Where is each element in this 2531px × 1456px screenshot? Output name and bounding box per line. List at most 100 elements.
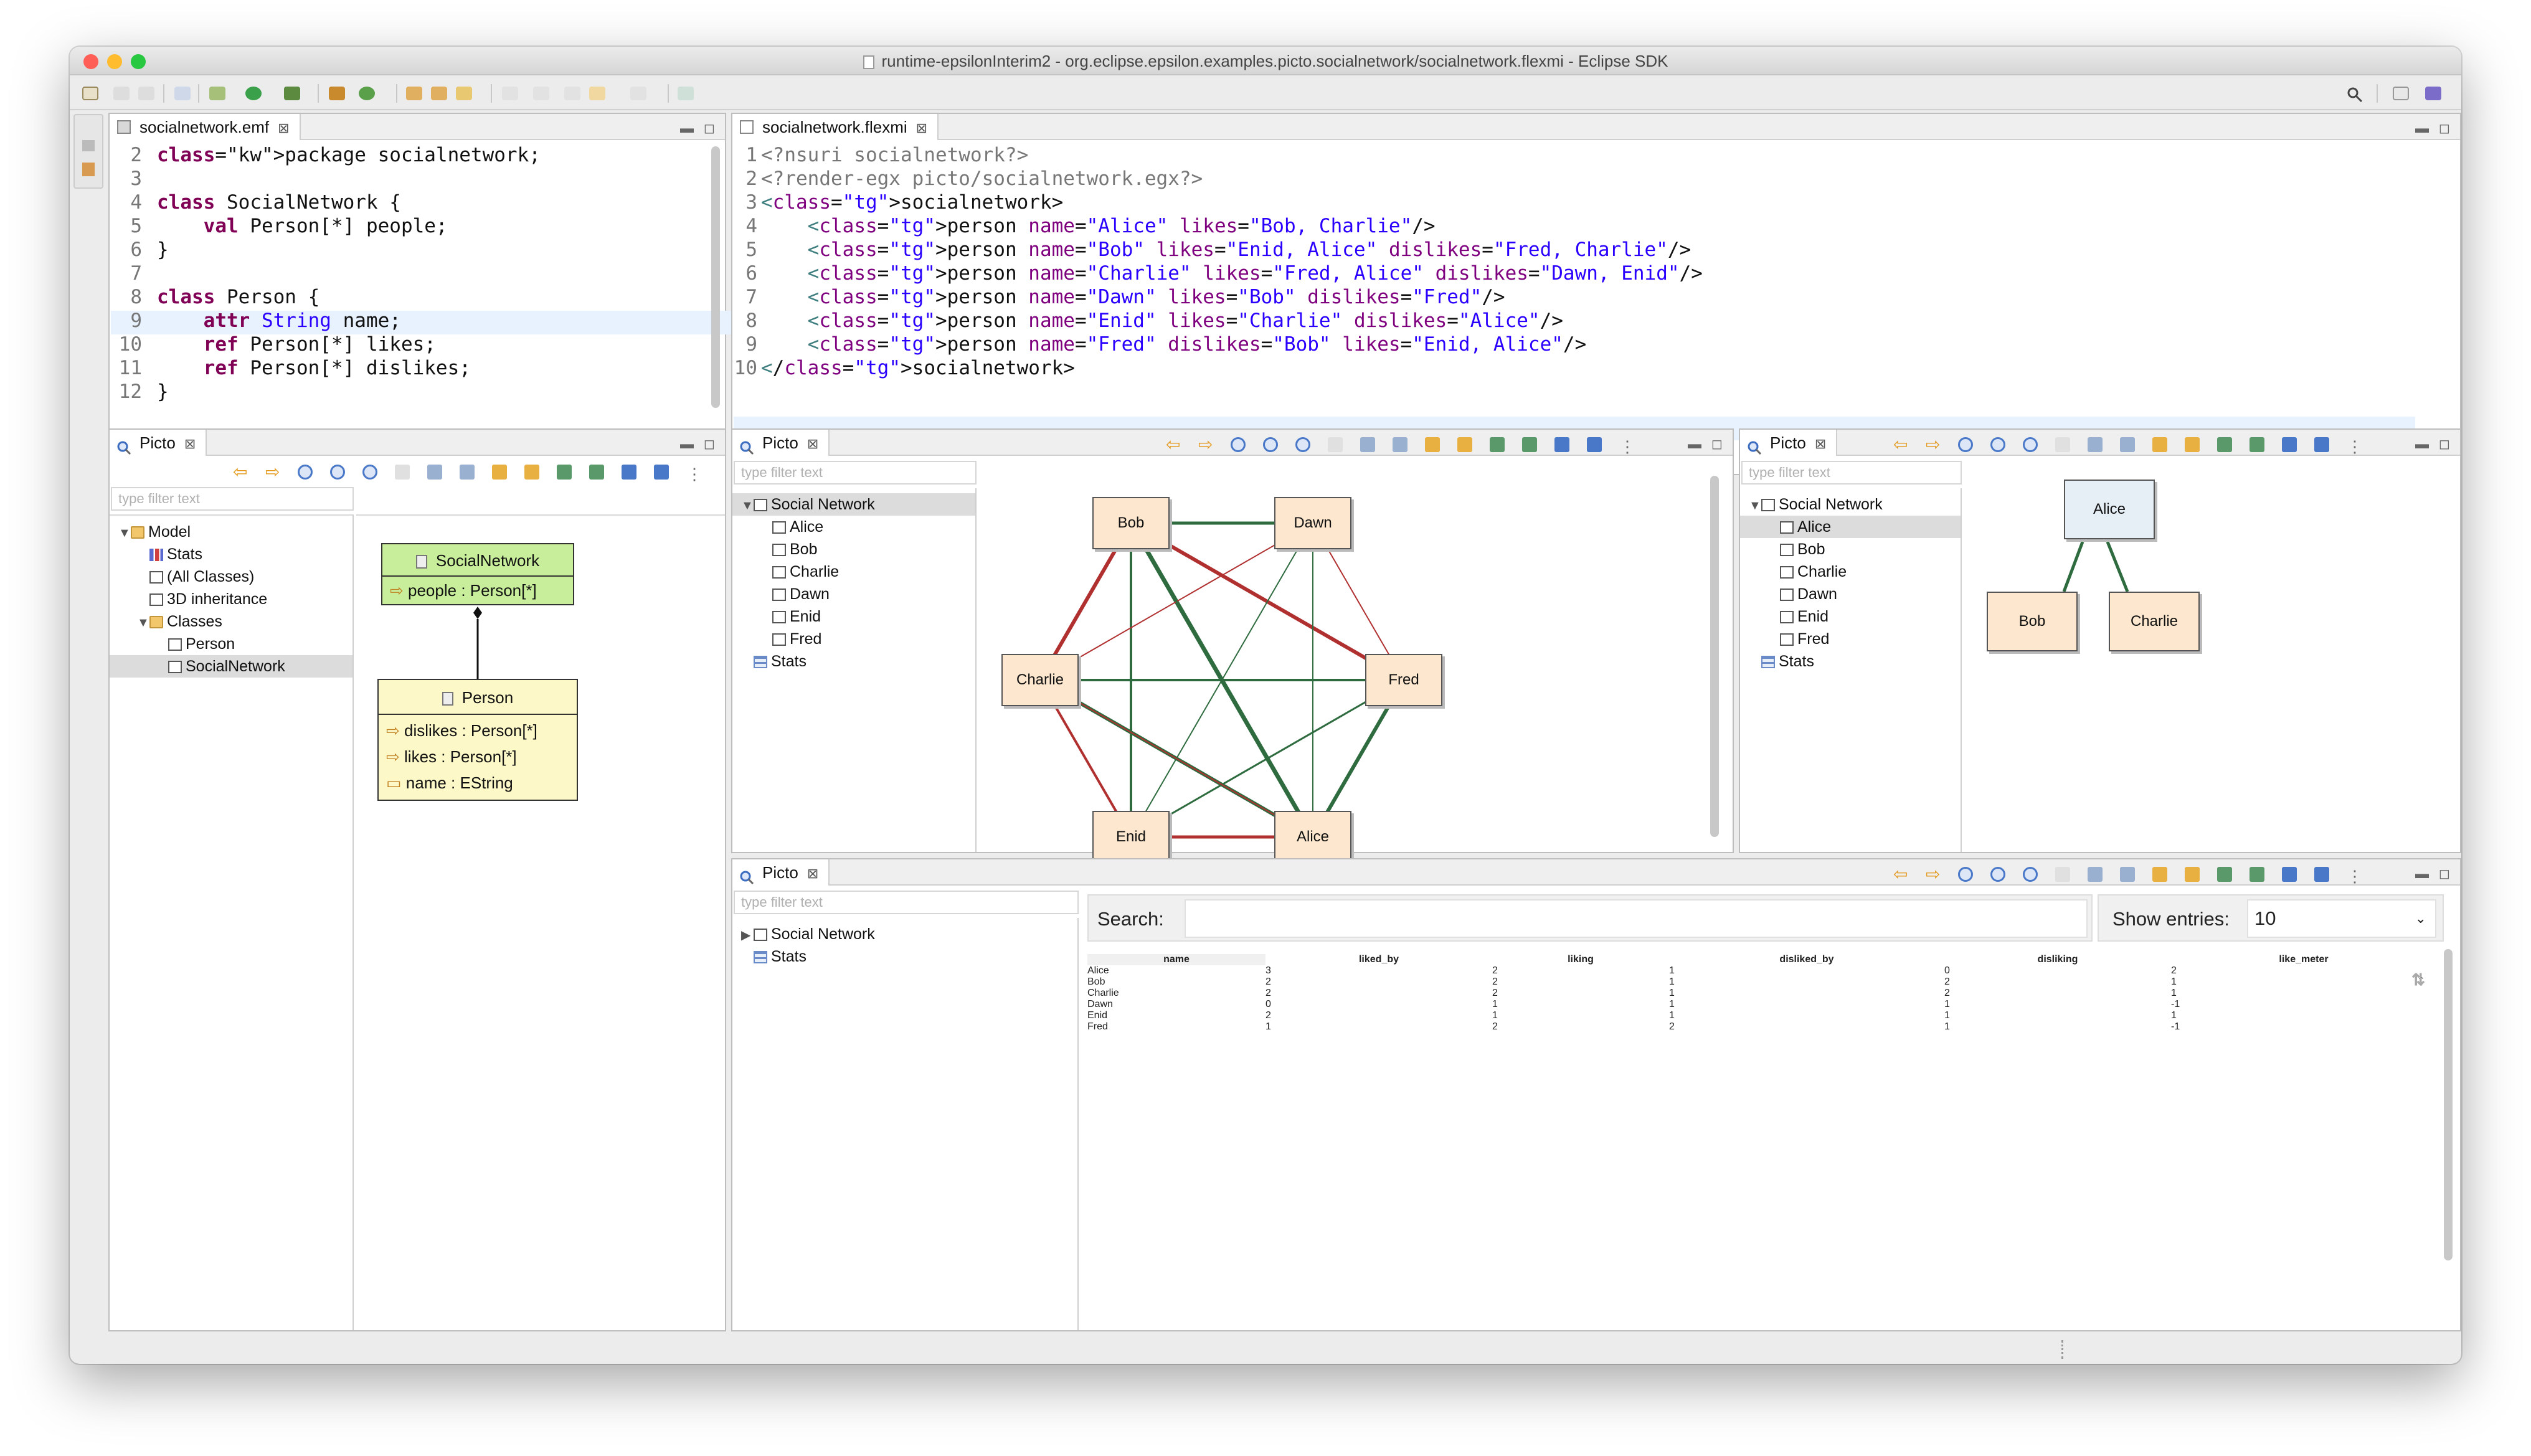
sync-icon[interactable] xyxy=(492,465,507,480)
open-perspective-icon[interactable] xyxy=(678,87,694,100)
minimize-icon[interactable]: ▬ xyxy=(680,120,694,136)
chevron-down-icon[interactable]: ▼ xyxy=(741,494,754,517)
save-all-icon[interactable] xyxy=(138,87,154,100)
forward-icon[interactable]: ⇨ xyxy=(1198,436,1213,453)
node-charlie[interactable]: Charlie xyxy=(1001,654,1079,706)
node-charlie[interactable]: Charlie xyxy=(2109,592,2200,651)
show-entries-select[interactable]: 10 ⌄ xyxy=(2247,899,2436,938)
perspective-icon[interactable] xyxy=(2393,87,2409,100)
zoom-in-icon[interactable] xyxy=(298,465,313,480)
back-icon[interactable]: ⇦ xyxy=(1893,436,1908,453)
zoom-out-icon[interactable] xyxy=(1263,437,1278,452)
select-icon[interactable] xyxy=(622,465,636,480)
layout-icon[interactable] xyxy=(395,465,410,480)
tree-item[interactable]: Dawn xyxy=(1740,583,1961,605)
table-row[interactable]: Fred 1 2 2 1 -1 xyxy=(1087,1021,2436,1033)
tree-item[interactable]: ▼ Classes xyxy=(110,610,352,633)
search-icon[interactable] xyxy=(2347,87,2363,103)
debug-icon[interactable] xyxy=(209,87,225,100)
pin-icon[interactable] xyxy=(1522,437,1537,452)
minimize-icon[interactable]: ▬ xyxy=(1688,436,1701,452)
open-type-icon[interactable] xyxy=(406,87,422,100)
tree-item[interactable]: Alice xyxy=(1740,516,1961,538)
close-tab-icon[interactable]: ⊠ xyxy=(807,436,818,451)
select-icon[interactable] xyxy=(2282,867,2297,882)
forward-icon[interactable]: ⇨ xyxy=(1926,866,1941,883)
zoom-out-icon[interactable] xyxy=(1990,867,2005,882)
next-annotation-icon[interactable] xyxy=(502,87,518,100)
open-icon[interactable] xyxy=(557,465,572,480)
close-tab-icon[interactable]: ⊠ xyxy=(1815,436,1826,451)
column-header-disliked-by[interactable]: disliked_by ⇅ xyxy=(1669,954,2425,989)
table-row[interactable]: Charlie 2 2 1 2 1 xyxy=(1087,988,2436,999)
skip-breakpoints-icon[interactable] xyxy=(174,87,191,100)
forward-icon[interactable] xyxy=(630,87,646,100)
sync-icon[interactable] xyxy=(1425,437,1440,452)
column-header-like-meter[interactable]: like_meter ⇅ xyxy=(2171,954,2436,989)
layers-icon[interactable] xyxy=(1587,437,1602,452)
node-dawn[interactable]: Dawn xyxy=(1274,497,1351,549)
filter-input[interactable]: type filter text xyxy=(734,461,977,485)
tree-item[interactable]: Charlie xyxy=(732,560,975,583)
open-icon[interactable] xyxy=(2217,437,2232,452)
zoom-in-icon[interactable] xyxy=(1958,437,1973,452)
select-icon[interactable] xyxy=(2282,437,2297,452)
tree-item[interactable]: 3D inheritance xyxy=(110,588,352,610)
java-perspective-icon[interactable] xyxy=(2425,87,2441,100)
table-row[interactable]: Dawn 0 1 1 1 -1 xyxy=(1087,999,2436,1010)
sync-icon[interactable] xyxy=(2152,437,2167,452)
graph-scrollbar[interactable] xyxy=(1710,476,1719,837)
tree-item[interactable]: (All Classes) xyxy=(110,565,352,588)
menu-icon[interactable]: ⋮ xyxy=(2347,867,2363,886)
print-icon[interactable] xyxy=(460,465,475,480)
back-icon[interactable]: ⇦ xyxy=(233,463,248,481)
node-bob[interactable]: Bob xyxy=(1987,592,2078,651)
chevron-down-icon[interactable]: ▼ xyxy=(118,522,131,544)
forward-icon[interactable]: ⇨ xyxy=(265,463,280,481)
zoom-window-button[interactable] xyxy=(131,54,146,69)
tree-item[interactable]: Enid xyxy=(1740,605,1961,628)
select-icon[interactable] xyxy=(1554,437,1569,452)
minimize-window-button[interactable] xyxy=(107,54,122,69)
tree-item[interactable]: Fred xyxy=(1740,628,1961,650)
tree-item[interactable]: SocialNetwork xyxy=(110,655,352,678)
export-icon[interactable] xyxy=(524,465,539,480)
close-tab-icon[interactable]: ⊠ xyxy=(278,120,289,136)
node-fred[interactable]: Fred xyxy=(1365,654,1442,706)
maximize-icon[interactable]: ◻ xyxy=(2439,866,2450,882)
class-person[interactable]: Person ⇨ dislikes : Person[*] ⇨ likes : … xyxy=(377,679,578,801)
table-row[interactable]: Alice 3 2 1 0 2 xyxy=(1087,965,2436,976)
close-tab-icon[interactable]: ⊠ xyxy=(184,436,196,451)
layers-icon[interactable] xyxy=(2314,867,2329,882)
tree-item[interactable]: Enid xyxy=(732,605,975,628)
tree-item[interactable]: Fred xyxy=(732,628,975,650)
tab-socialnetwork-flexmi[interactable]: socialnetwork.flexmi ⊠ xyxy=(732,114,939,140)
tree-item[interactable]: Person xyxy=(110,633,352,655)
open-icon[interactable] xyxy=(1490,437,1505,452)
menu-icon[interactable]: ⋮ xyxy=(686,465,703,483)
back-icon[interactable]: ⇦ xyxy=(1166,436,1181,453)
print-icon[interactable] xyxy=(2120,437,2135,452)
export-icon[interactable] xyxy=(2185,437,2200,452)
close-window-button[interactable] xyxy=(83,54,98,69)
tree-item[interactable]: ▼ Social Network xyxy=(1740,493,1961,516)
search-input[interactable] xyxy=(1185,899,2088,938)
tree-item[interactable]: Stats xyxy=(732,945,1077,968)
print-icon[interactable] xyxy=(1393,437,1407,452)
tree-item[interactable]: Stats xyxy=(1740,650,1961,673)
node-bob[interactable]: Bob xyxy=(1092,497,1170,549)
class-socialnetwork[interactable]: SocialNetwork ⇨ people : Person[*] xyxy=(381,543,574,605)
maximize-icon[interactable]: ◻ xyxy=(2439,436,2450,452)
chevron-down-icon[interactable]: ▼ xyxy=(137,612,149,634)
print-icon[interactable] xyxy=(2120,867,2135,882)
table-row[interactable]: Bob 2 2 1 2 1 xyxy=(1087,976,2436,988)
tree-item[interactable]: Dawn xyxy=(732,583,975,605)
pin-icon[interactable] xyxy=(589,465,604,480)
column-header-name[interactable]: name ↑ xyxy=(1087,954,2425,989)
tree-item[interactable]: Alice xyxy=(732,516,975,538)
table-row[interactable]: Enid 2 1 1 1 1 xyxy=(1087,1010,2436,1021)
column-header-liking[interactable]: liking ⇅ xyxy=(1492,954,2425,989)
prev-annotation-icon[interactable] xyxy=(533,87,549,100)
save-icon[interactable] xyxy=(113,87,130,100)
new-java-package-icon[interactable] xyxy=(329,87,345,100)
